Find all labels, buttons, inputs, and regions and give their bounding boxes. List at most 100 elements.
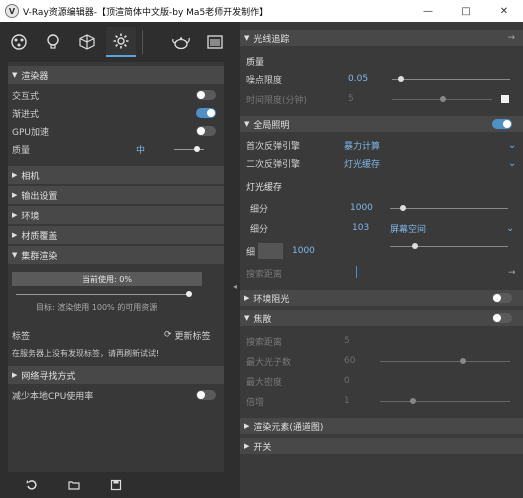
section-gi[interactable]: ▼ 全局照明 [240,116,523,132]
time-limit-value[interactable]: 5 [348,94,354,104]
noise-limit-slider-track[interactable] [392,79,510,80]
gpu-toggle[interactable] [196,126,216,136]
progressive-toggle[interactable] [196,108,216,118]
section-raytrace[interactable]: ▼ 光线追踪 → [240,30,523,46]
section-output-label: 输出设置 [21,191,58,202]
reduce-cpu-label: 减少本地CPU使用率 [12,391,94,402]
primary-engine-row: 首次反弹引擎 暴力计算 ⌄ [240,136,523,154]
section-renderer-label: 渲染器 [21,71,49,82]
section-ambient-occlusion[interactable]: ▶ 环境阻光 [240,290,523,306]
max-photons-slider-track[interactable] [380,361,510,362]
gpu-label: GPU加速 [12,127,49,138]
toggle-knob [197,91,205,99]
interactive-toggle[interactable] [196,90,216,100]
window-title: V-Ray资源编辑器-【顶渲简体中文版-by Ma5老师开发制作】 [23,7,269,18]
subdivs-slider-handle[interactable] [412,243,418,249]
caustics-search-label: 搜索距离 [246,337,283,348]
max-photons-slider-handle[interactable] [460,358,466,364]
chevron-down-icon[interactable]: ⌄ [506,223,514,234]
subdivs-slider-track[interactable] [390,246,508,247]
max-density-value[interactable]: 0 [344,376,350,386]
materials-icon [11,34,27,50]
open-button[interactable] [64,478,84,492]
bottom-toolbar [0,472,232,498]
section-material-override-label: 材质覆盖 [21,231,58,242]
time-limit-checkbox[interactable] [501,95,509,103]
quality-slider-handle[interactable] [194,146,200,152]
section-material-override[interactable]: ▶ 材质覆盖 [8,226,224,244]
section-swarm[interactable]: ▼ 集群渲染 [8,246,224,264]
subdivs-row-2: 细分 103 屏幕空间 ⌄ [240,219,523,237]
swarm-slider-track[interactable] [16,294,188,295]
caustics-search-value[interactable]: 5 [344,336,350,346]
noise-limit-value[interactable]: 0.05 [348,74,368,84]
maximize-button[interactable]: □ [447,0,485,22]
tab-geometry[interactable] [72,27,102,57]
undo-button[interactable] [22,478,42,492]
multiplier-row: 倍增 1 [240,392,523,410]
section-renderer[interactable]: ▼ 渲染器 [8,66,224,84]
subdivs-slider-track[interactable] [390,208,508,209]
max-density-row: 最大密度 0 [240,372,523,390]
quality-label: 质量 [12,145,31,156]
max-photons-row: 最大光子数 60 [240,352,523,370]
gpu-row: GPU加速 [8,122,224,140]
multiplier-label: 倍增 [246,397,265,408]
caustics-toggle[interactable] [492,313,512,323]
expand-arrow-icon: ▶ [244,442,250,450]
multiplier-slider-track[interactable] [380,401,510,402]
splitter-arrow-icon: ◂ [233,282,238,291]
time-limit-slider-handle[interactable] [440,96,446,102]
screen-space-value[interactable]: 屏幕空间 [390,222,426,235]
section-gi-label: 全局照明 [253,120,290,131]
subdivs-value[interactable]: 1000 [292,246,315,256]
lightbulb-icon [47,34,59,49]
swarm-slider-handle[interactable] [186,291,192,297]
progressive-label: 渐进式 [12,109,40,120]
gi-toggle[interactable] [492,119,512,129]
refresh-tags-button[interactable]: ⟳ 更新标签 [164,329,211,342]
tab-materials[interactable] [4,27,34,57]
subdivs-row-3: 细 1000 [240,242,523,260]
multiplier-value[interactable]: 1 [344,396,350,406]
section-output[interactable]: ▶ 输出设置 [8,186,224,204]
toggle-knob [197,127,205,135]
section-camera[interactable]: ▶ 相机 [8,166,224,184]
save-button[interactable] [106,478,126,492]
reduce-cpu-toggle[interactable] [196,390,216,400]
chevron-down-icon[interactable]: ⌄ [508,140,516,151]
subdivs-slider-handle[interactable] [400,205,406,211]
primary-engine-value[interactable]: 暴力计算 [344,139,380,152]
tab-lights[interactable] [38,27,68,57]
noise-limit-row: 噪点限度 0.05 [240,70,523,88]
toggle-knob [207,109,215,117]
section-menu-icon[interactable]: → [507,33,515,43]
minimize-button[interactable]: — [409,0,447,22]
tab-frame-buffer[interactable] [200,27,230,57]
section-ao-label: 环境阻光 [253,294,290,305]
max-photons-value[interactable]: 60 [344,356,355,366]
tab-teapot[interactable] [166,27,196,57]
subdivs-value[interactable]: 103 [352,223,369,233]
expand-arrow-icon: ▶ [244,422,250,430]
ao-toggle[interactable] [492,293,512,303]
swarm-target-text: 目标: 渲染使用 100% 的可用资源 [36,303,158,312]
quality-value: 中 [136,145,146,156]
multiplier-slider-handle[interactable] [410,398,416,404]
section-switches[interactable]: ▶ 开关 [240,438,523,454]
noise-limit-slider-handle[interactable] [398,76,404,82]
tab-settings[interactable] [106,27,136,57]
secondary-engine-value[interactable]: 灯光缓存 [344,157,380,170]
subdivs-value[interactable]: 1000 [350,203,373,213]
section-network-discovery[interactable]: ▶ 网络寻找方式 [8,366,224,384]
close-button[interactable]: ✕ [485,0,523,22]
section-caustics[interactable]: ▼ 焦散 [240,310,523,326]
section-raytrace-label: 光线追踪 [253,34,290,45]
section-environment[interactable]: ▶ 环境 [8,206,224,224]
chevron-down-icon[interactable]: ⌄ [508,158,516,169]
panel-splitter[interactable]: ◂ [232,22,240,498]
asset-tabs [0,22,232,62]
tab-separator [142,30,143,54]
section-render-elements[interactable]: ▶ 渲染元素(通道图) [240,418,523,434]
arrow-right-icon[interactable]: → [508,268,516,278]
